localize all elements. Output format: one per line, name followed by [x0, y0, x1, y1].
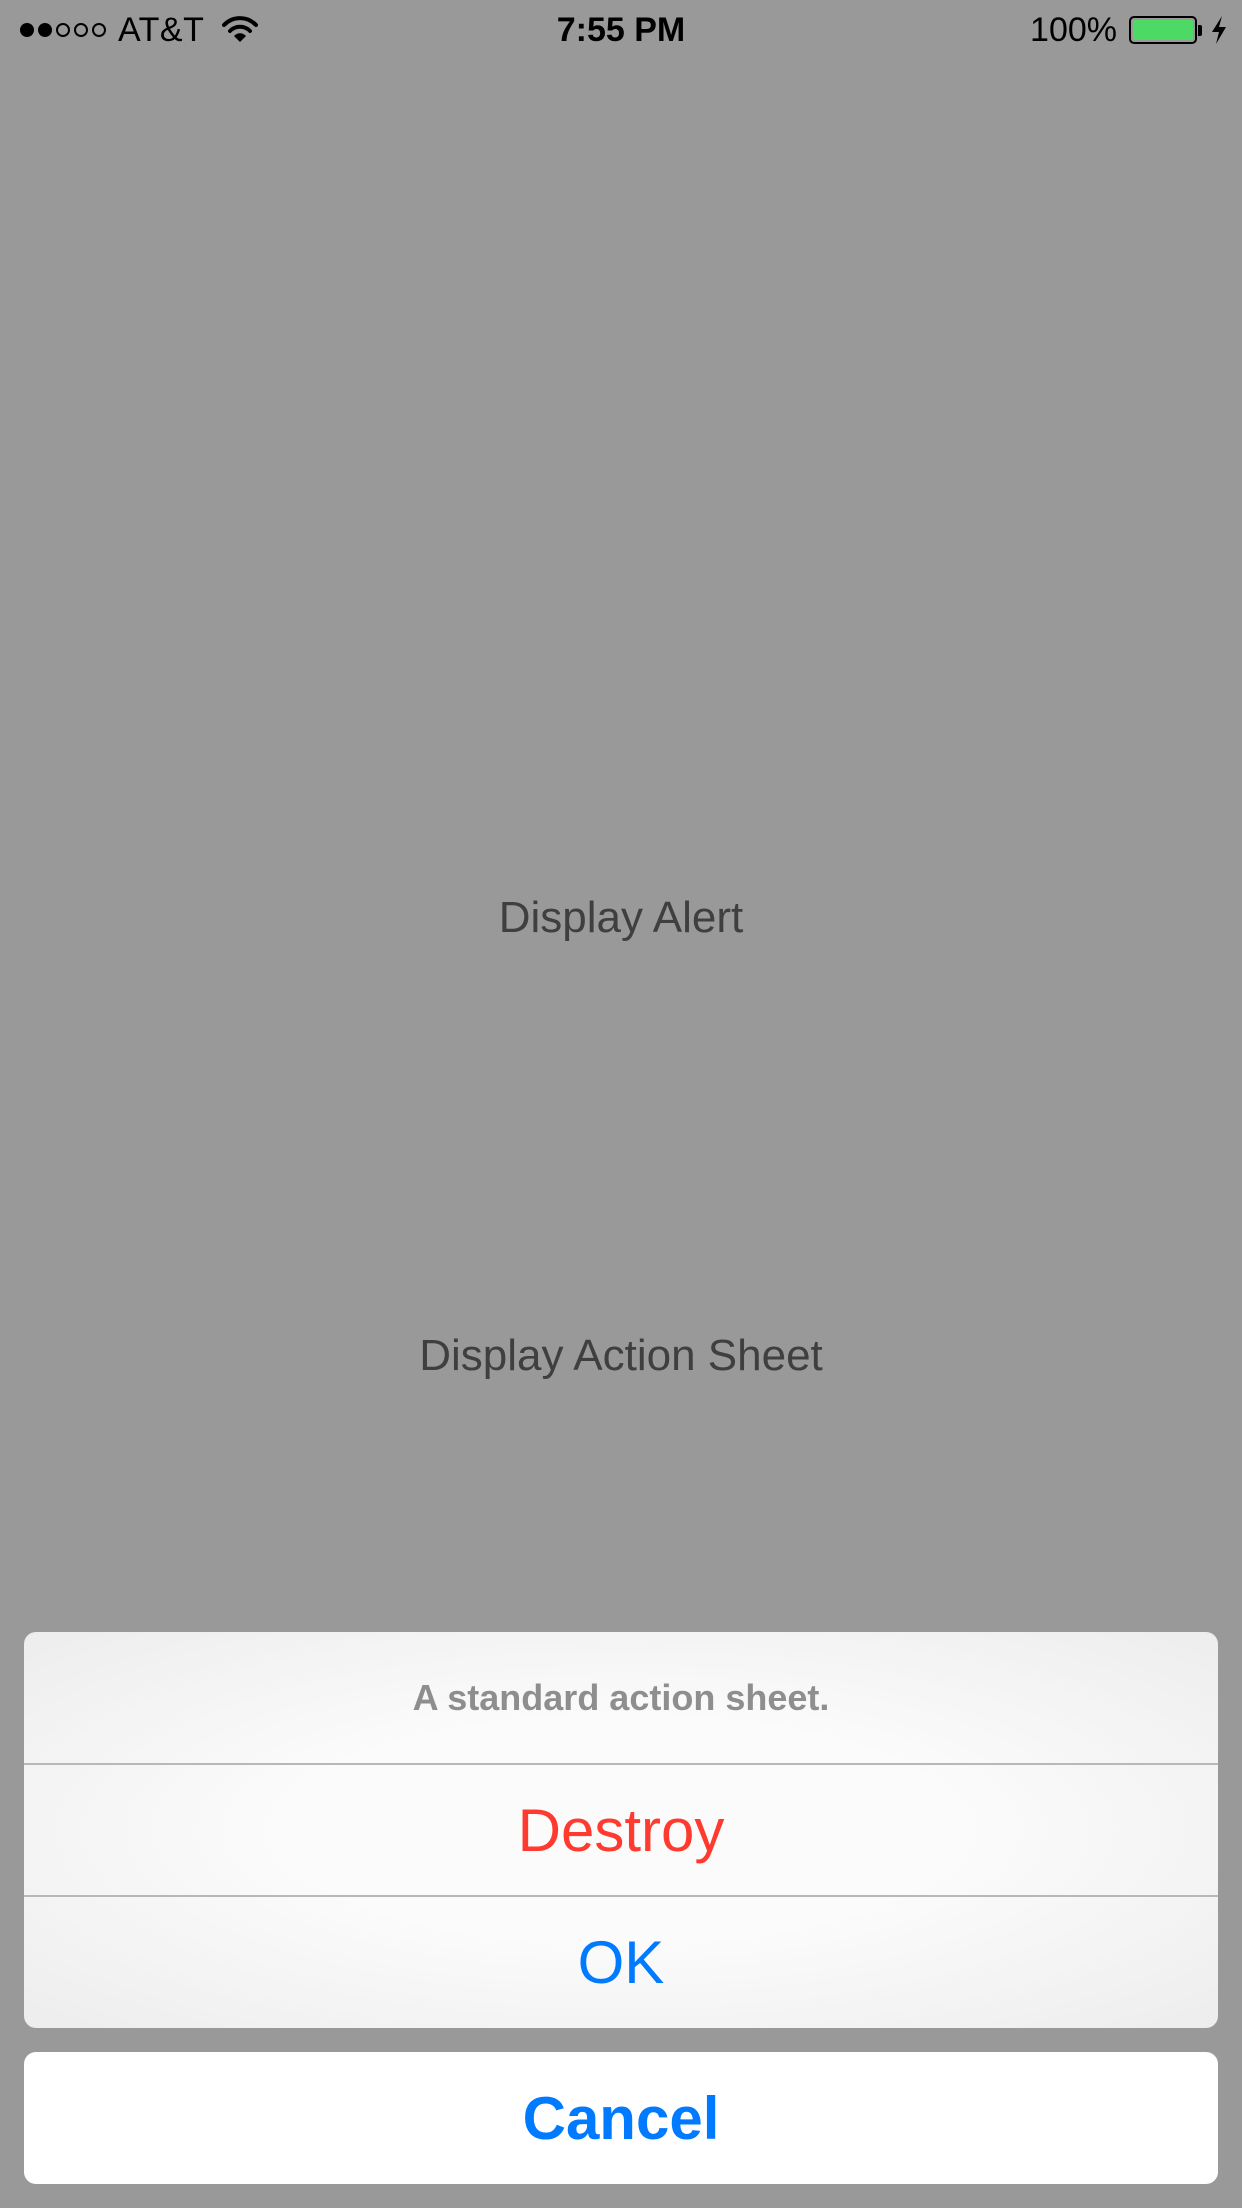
action-sheet-title: A standard action sheet.: [412, 1677, 830, 1718]
destroy-label: Destroy: [517, 1796, 725, 1864]
charging-bolt-icon: [1212, 16, 1226, 44]
battery-icon: [1129, 16, 1197, 44]
action-sheet-header: A standard action sheet.: [24, 1632, 1218, 1764]
battery-fill: [1133, 20, 1193, 40]
cancel-button[interactable]: Cancel: [24, 2052, 1218, 2184]
ok-label: OK: [577, 1928, 665, 1996]
ok-button[interactable]: OK: [24, 1896, 1218, 2028]
display-action-sheet-button[interactable]: Display Action Sheet: [0, 1326, 1242, 1386]
battery-percent: 100%: [1030, 10, 1117, 49]
destroy-button[interactable]: Destroy: [24, 1764, 1218, 1896]
action-sheet: A standard action sheet. Destroy OK: [24, 1632, 1218, 2028]
status-right: 100%: [1030, 8, 1228, 52]
battery-nub: [1198, 24, 1202, 36]
display-alert-button[interactable]: Display Alert: [0, 888, 1242, 948]
status-bar: AT&T 7:55 PM 100%: [0, 0, 1242, 60]
cancel-label: Cancel: [522, 2084, 720, 2152]
